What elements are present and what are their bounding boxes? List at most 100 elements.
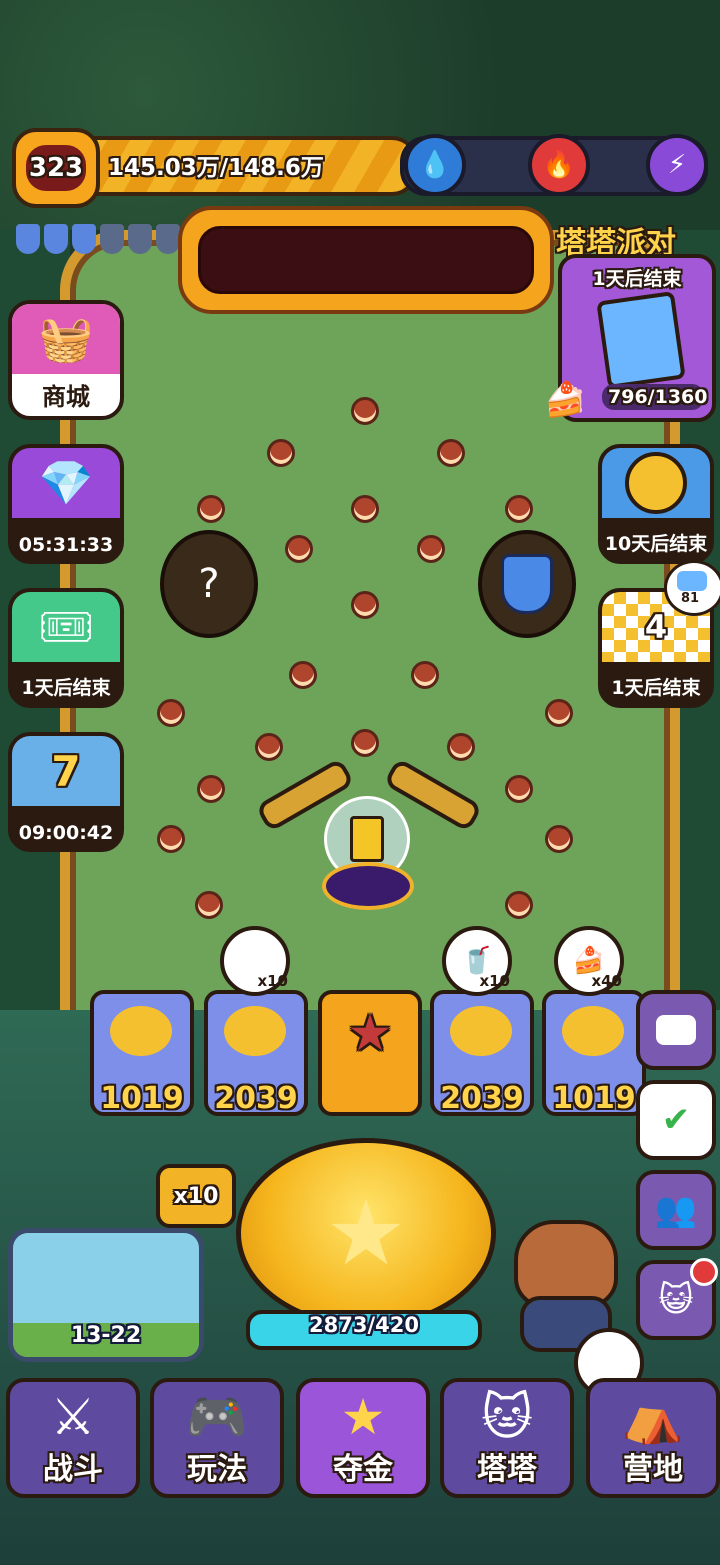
cake-icon: 🍰 xyxy=(544,380,587,420)
gold-pile-icon xyxy=(110,1006,172,1056)
nav-camp[interactable]: ⛺ 营地 xyxy=(586,1378,720,1498)
lightning-icon[interactable]: ⚡ xyxy=(646,134,708,196)
cat-face-icon: 🐱 xyxy=(480,1388,534,1446)
friends-button[interactable]: 👥 xyxy=(636,1170,716,1250)
ticket-icon: 🎟 xyxy=(12,592,120,662)
nav-tata[interactable]: 🐱 塔塔 xyxy=(440,1378,574,1498)
gem-box-timer: 05:31:33 xyxy=(18,534,114,556)
peg xyxy=(285,535,313,563)
peg xyxy=(195,891,223,919)
shield-icon xyxy=(128,224,152,254)
calendar-day: 7 xyxy=(51,746,81,796)
mystery-star-icon: ★ xyxy=(347,1004,393,1062)
nav-gold[interactable]: ★ 夺金 xyxy=(296,1378,430,1498)
ticket-badge-count: 81 xyxy=(681,591,700,606)
nav-gold-label: 夺金 xyxy=(333,1452,393,1487)
chat-button[interactable] xyxy=(636,990,716,1070)
peg xyxy=(447,733,475,761)
cake-bonus-bubble: 🍰 x40 xyxy=(554,926,624,996)
peg xyxy=(505,891,533,919)
peg xyxy=(255,733,283,761)
gold-rush-icon: ★ xyxy=(340,1388,386,1446)
peg xyxy=(545,699,573,727)
shield-icon xyxy=(156,224,180,254)
shield-icon xyxy=(501,554,553,614)
shield-icon xyxy=(100,224,124,254)
tasks-button[interactable]: ✔ xyxy=(636,1080,716,1160)
flag-count: 4 xyxy=(644,608,668,646)
nav-battle-label: 战斗 xyxy=(43,1452,103,1487)
launch-progress: 2873/420 xyxy=(309,1313,419,1337)
fox-cat-mascot xyxy=(500,1200,620,1352)
crossed-swords-icon: ⚔ xyxy=(50,1388,96,1446)
peg xyxy=(505,495,533,523)
ticket-badge: 81 xyxy=(664,560,720,616)
peg xyxy=(157,825,185,853)
cat-coin-event-button[interactable]: 10天后结束 xyxy=(598,444,714,564)
mystery-slot: ★ xyxy=(318,990,422,1116)
cat-emblem-icon: 😺 xyxy=(658,1280,694,1320)
peg xyxy=(351,495,379,523)
prize-slot: 2039 xyxy=(430,990,534,1116)
gold-pile-icon xyxy=(562,1006,624,1056)
chat-icon xyxy=(656,1015,696,1045)
ticket-card-icon xyxy=(350,816,384,862)
shield-icon xyxy=(44,224,68,254)
exp-text: 145.03万/148.6万 xyxy=(108,155,324,181)
center-hole xyxy=(322,862,414,910)
peg xyxy=(197,495,225,523)
energy-bonus-bubble: 🥤 x10 xyxy=(442,926,512,996)
slot-value: 2039 xyxy=(440,1081,524,1116)
gem-box-icon: 💎 xyxy=(12,448,120,518)
shield-icon xyxy=(16,224,40,254)
player-level-badge[interactable]: 323 xyxy=(12,128,100,208)
ticket-event-button[interactable]: 🎟 1天后结束 xyxy=(8,588,124,708)
nav-gameplay[interactable]: 🎮 玩法 xyxy=(150,1378,284,1498)
marquee-screen xyxy=(198,226,534,294)
cat-coin-countdown: 10天后结束 xyxy=(604,533,708,555)
peg xyxy=(197,775,225,803)
nav-battle[interactable]: ⚔ 战斗 xyxy=(6,1378,140,1498)
nav-camp-label: 营地 xyxy=(623,1452,683,1487)
notification-dot xyxy=(690,1258,718,1286)
shop-label: 商城 xyxy=(42,383,90,411)
prize-slot: 2039 xyxy=(204,990,308,1116)
shield-obstacle xyxy=(478,530,576,638)
multiplier-button[interactable]: x10 xyxy=(156,1164,236,1228)
peg xyxy=(505,775,533,803)
daily-timer: 09:00:42 xyxy=(18,822,114,844)
mystery-box-obstacle: ? xyxy=(160,530,258,638)
shop-button[interactable]: 🧺 商城 xyxy=(8,300,124,420)
bonus-multiplier: x10 xyxy=(479,972,510,990)
ticket-pack-icon xyxy=(596,291,686,389)
peg xyxy=(157,699,185,727)
checkmark-icon: ✔ xyxy=(661,1100,691,1140)
slot-value: 2039 xyxy=(214,1081,298,1116)
peg xyxy=(411,661,439,689)
tent-icon: ⛺ xyxy=(621,1388,685,1446)
bonus-multiplier: x40 xyxy=(591,972,622,990)
peg xyxy=(437,439,465,467)
water-drop-icon[interactable]: 💧 xyxy=(404,134,466,196)
ticket-icon xyxy=(677,571,707,591)
peg xyxy=(351,397,379,425)
friends-icon: 👥 xyxy=(654,1190,698,1230)
prize-slot: 1019 xyxy=(542,990,646,1116)
event-countdown: 1天后结束 xyxy=(592,268,682,290)
shield-icon xyxy=(72,224,96,254)
fire-drop-icon[interactable]: 🔥 xyxy=(528,134,590,196)
slot-value: 1019 xyxy=(100,1081,184,1116)
multiplier-label: x10 xyxy=(173,1183,219,1209)
gem-box-button[interactable]: 💎 05:31:33 xyxy=(8,444,124,564)
ticket-event-countdown: 1天后结束 xyxy=(21,677,111,699)
gamepad-icon: 🎮 xyxy=(185,1388,249,1446)
stage-preview[interactable]: 13-22 xyxy=(8,1228,204,1362)
cat-coin-icon xyxy=(602,448,710,518)
bonus-multiplier: x10 xyxy=(257,972,288,990)
peg xyxy=(417,535,445,563)
race-flag-countdown: 1天后结束 xyxy=(611,677,701,699)
daily-calendar-button[interactable]: 7 09:00:42 xyxy=(8,732,124,852)
peg xyxy=(351,591,379,619)
launch-button[interactable]: ★ xyxy=(236,1138,496,1328)
ticket-bonus-bubble: 🎟 x10 xyxy=(220,926,290,996)
